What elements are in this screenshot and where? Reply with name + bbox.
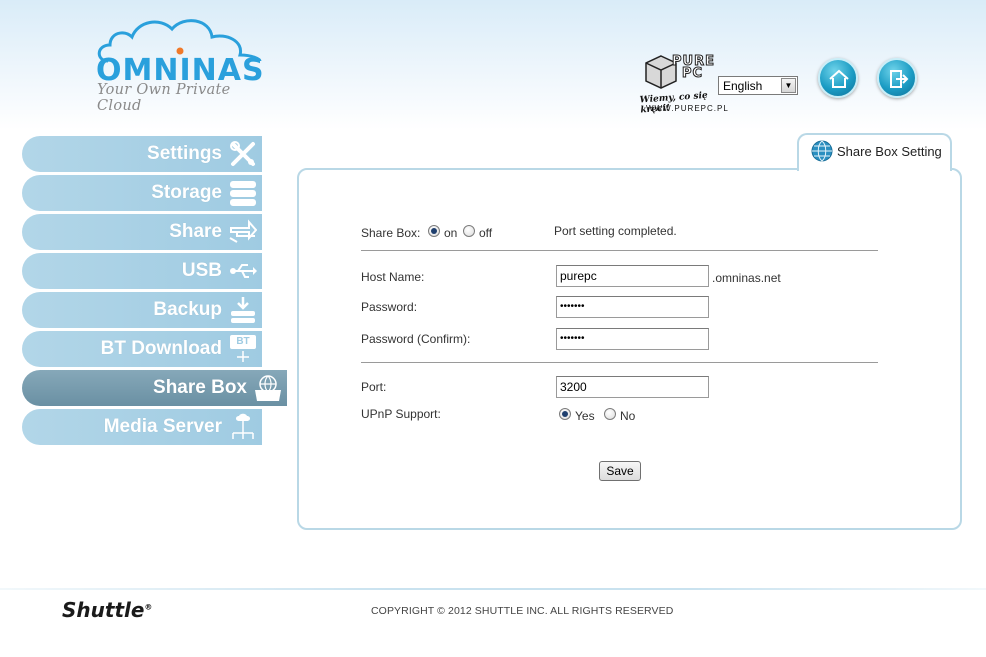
status-message: Port setting completed. <box>554 224 677 238</box>
password-confirm-input[interactable]: ••••••• <box>556 328 709 350</box>
shuttle-logo: Shuttle® <box>62 598 152 622</box>
purepc-word2: PC <box>681 66 704 82</box>
globe-icon <box>811 140 833 162</box>
sidebar-item-label: BT Download <box>100 338 222 359</box>
password-label: Password: <box>361 300 418 314</box>
port-input[interactable]: 3200 <box>556 376 709 398</box>
upnp-yes-radio[interactable] <box>559 408 571 420</box>
sidebar-item-storage[interactable]: Storage <box>22 175 262 211</box>
sidebar-item-label: Share <box>169 221 222 242</box>
tab-label: Share Box Setting <box>837 144 942 159</box>
port-label: Port: <box>361 380 387 394</box>
bt-icon: BT <box>229 335 257 363</box>
language-select[interactable]: English ▼ <box>718 76 798 95</box>
host-name-label: Host Name: <box>361 270 425 284</box>
sidebar-item-usb[interactable]: USB <box>22 253 262 289</box>
logo-dot-icon <box>176 47 184 55</box>
chevron-down-icon[interactable]: ▼ <box>781 78 796 93</box>
tab-joint <box>799 166 950 171</box>
divider <box>361 250 878 251</box>
logo-tagline: Your Own Private Cloud <box>97 82 231 114</box>
plus-icon <box>237 351 249 362</box>
home-button[interactable] <box>818 58 858 98</box>
omninas-logo: OMNINAS Your Own Private Cloud <box>94 15 266 114</box>
sidebar-item-backup[interactable]: Backup <box>22 292 262 328</box>
purepc-url: WWW.PUREPC.PL <box>646 104 729 113</box>
logout-icon <box>890 70 909 88</box>
host-name-input[interactable]: purepc <box>556 265 709 287</box>
home-icon <box>829 69 849 88</box>
sidebar-item-label: Share Box <box>153 377 247 398</box>
footer-divider <box>0 588 986 590</box>
usb-icon <box>230 264 257 278</box>
upnp-yes-label: Yes <box>575 409 595 423</box>
sidebar-item-label: Media Server <box>103 416 222 437</box>
share-icon <box>229 219 257 243</box>
sidebar-item-label: Storage <box>151 182 222 203</box>
sidebar-item-media-server[interactable]: Media Server <box>22 409 262 445</box>
share-box-label: Share Box: <box>361 226 421 240</box>
host-suffix: .omninas.net <box>712 271 781 285</box>
storage-icon <box>230 181 256 206</box>
save-button[interactable]: Save <box>599 461 641 481</box>
share-box-off-radio[interactable] <box>463 225 475 237</box>
share-box-off-label: off <box>479 226 493 240</box>
password-confirm-label: Password (Confirm): <box>361 332 471 346</box>
upnp-no-label: No <box>620 409 636 423</box>
bt-badge: BT <box>230 335 256 349</box>
sidebar-item-label: USB <box>181 260 222 281</box>
language-value: English <box>723 79 763 93</box>
sidebar-item-share[interactable]: Share <box>22 214 262 250</box>
copyright-text: COPYRIGHT © 2012 SHUTTLE INC. ALL RIGHTS… <box>371 605 674 617</box>
upnp-no-radio[interactable] <box>604 408 616 420</box>
sidebar-item-bt-download[interactable]: BT Download BT <box>22 331 262 367</box>
divider <box>361 362 878 363</box>
sidebar-item-label: Settings <box>147 143 222 164</box>
backup-icon <box>231 297 255 323</box>
logout-button[interactable] <box>877 58 917 98</box>
sidebar-item-share-box[interactable]: Share Box <box>22 370 287 406</box>
media-server-icon <box>232 413 254 439</box>
share-box-on-radio[interactable] <box>428 225 440 237</box>
globe-box-icon <box>255 375 281 401</box>
password-input[interactable]: ••••••• <box>556 296 709 318</box>
upnp-label: UPnP Support: <box>361 407 441 421</box>
shuttle-brand: Shuttle <box>62 598 145 622</box>
tools-icon <box>230 141 255 166</box>
shuttle-trademark: ® <box>144 602 153 612</box>
share-box-on-label: on <box>444 226 458 240</box>
sidebar-item-label: Backup <box>153 299 222 320</box>
sidebar-item-settings[interactable]: Settings <box>22 136 262 172</box>
